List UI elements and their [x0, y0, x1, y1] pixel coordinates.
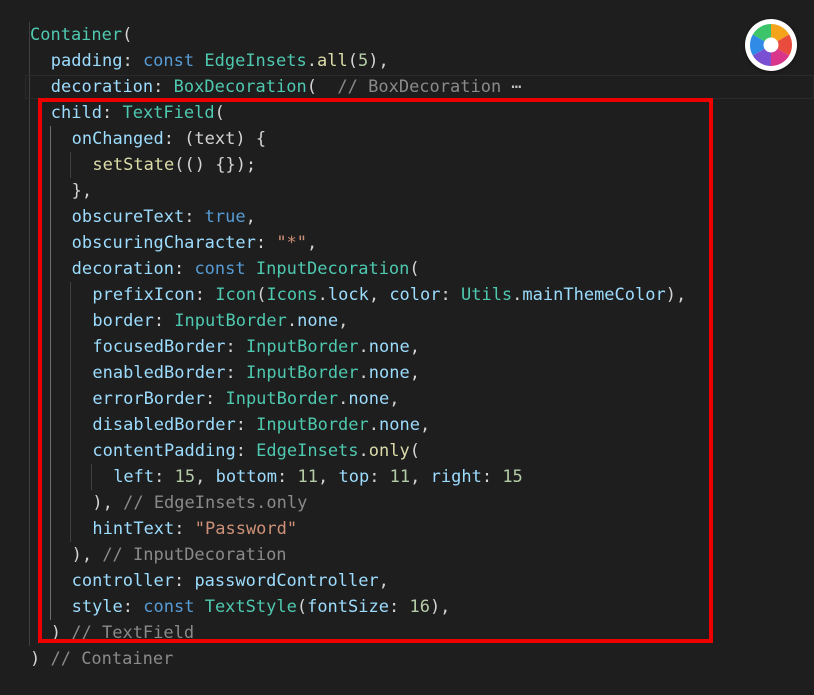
code-token: padding — [50, 51, 123, 71]
code-token: all — [316, 51, 348, 71]
code-token: ⋯ — [501, 77, 522, 97]
code-token: ), — [368, 51, 389, 71]
code-token: ( — [306, 77, 338, 97]
code-token: EdgeInsets — [204, 51, 307, 71]
code-token: decoration — [50, 77, 154, 97]
code-token: : — [153, 77, 174, 97]
code-token: ( — [122, 25, 133, 45]
code-token: BoxDecoration — [173, 77, 307, 97]
code-token: . — [306, 51, 317, 71]
code-line: Container( — [30, 22, 132, 48]
code-line: padding: const EdgeInsets.all(5), — [51, 48, 389, 74]
code-token: ( — [347, 51, 358, 71]
code-token: Container — [30, 25, 123, 45]
color-wheel-icon[interactable] — [745, 19, 797, 71]
code-token: const — [142, 51, 195, 71]
code-token: // Container — [50, 649, 174, 669]
code-token: : — [122, 51, 143, 71]
code-line: ) // Container — [30, 646, 173, 672]
code-token: // BoxDecoration — [337, 77, 502, 97]
code-token: ) — [30, 649, 51, 669]
indent-guide — [29, 22, 30, 646]
code-token: 5 — [357, 51, 369, 71]
code-line: decoration: BoxDecoration( // BoxDecorat… — [51, 74, 522, 100]
annotation-highlight-box — [38, 98, 713, 643]
